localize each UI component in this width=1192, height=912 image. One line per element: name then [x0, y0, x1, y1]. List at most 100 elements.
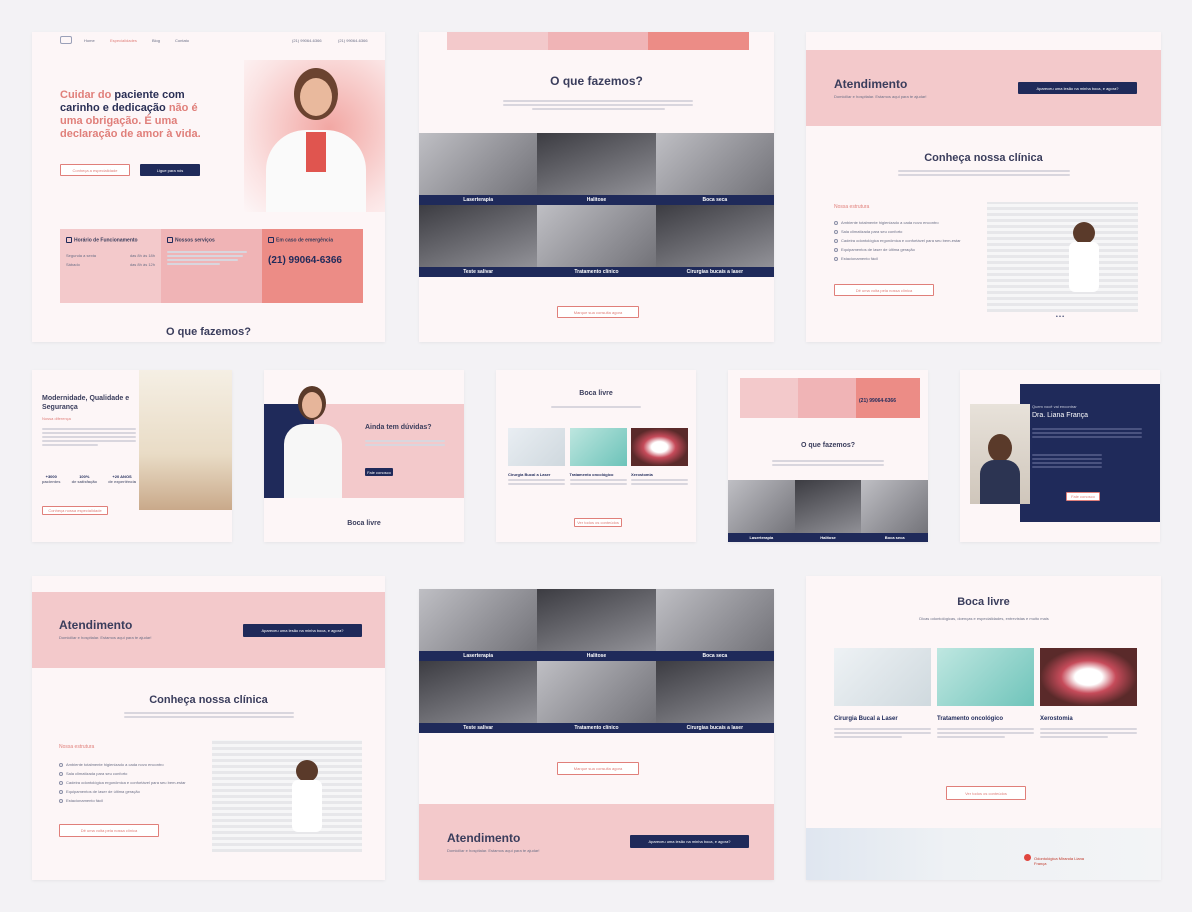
services-title: Nossos serviços	[167, 237, 256, 243]
nav-home[interactable]: Home	[84, 38, 95, 43]
mini-emergency-phone[interactable]: (21) 99064-6366	[856, 378, 920, 418]
doubts-doctor-photo	[282, 386, 344, 498]
doubts-button[interactable]: Fale conosco	[365, 468, 393, 476]
stats: +3000 pacientes 100% de satisfação +20 ANO…	[42, 474, 136, 484]
map[interactable]: Odontológica Miranda Liana França	[806, 828, 1161, 880]
hero-specialty-button[interactable]: Conheça a especialidade	[60, 164, 130, 176]
lesion-button[interactable]: Apareceu uma lesão na minha boca, e agor…	[1018, 82, 1137, 94]
modern-sub: Nossa diferença	[42, 416, 71, 421]
mini-tiles: Laserterapia Halitose Boca seca	[728, 480, 928, 542]
structure-item-1: Ambiente totalmente higienizado a cada n…	[841, 220, 939, 225]
blog2-post-1[interactable]: Cirurgia Bucal a Laser	[834, 648, 931, 740]
tile-cirurgias-laser[interactable]: Cirurgias bucais a laser	[655, 205, 774, 277]
atendimento-subtitle-2: Domiciliar e hospitalar. Estamos aqui pa…	[59, 635, 152, 640]
modern-card: Modernidade, Qualidade e Segurança Nossa…	[32, 370, 232, 542]
info-strip: Horário de Funcionamento Segunda a sexta…	[60, 229, 363, 303]
blog-post-3[interactable]: Xerostomia	[631, 428, 688, 487]
about-panel: Quem você vai encontrar Dra. Liana Franç…	[1020, 384, 1160, 522]
blog2-all-button[interactable]: Ver todos os conteúdos	[946, 786, 1026, 800]
tile-laserterapia[interactable]: Laserterapia	[419, 133, 538, 205]
services-grid-2: Laserterapia Halitose Boca seca Teste sa…	[419, 589, 774, 733]
modern-button[interactable]: Conheça nossa especialidade	[42, 506, 108, 515]
tile2-halitose[interactable]: Halitose	[537, 589, 656, 661]
blog-title: Boca livre	[579, 390, 613, 397]
blog2-posts: Cirurgia Bucal a Laser Tratamento oncoló…	[834, 648, 1137, 740]
nav-especialidades[interactable]: Especialidades	[110, 38, 137, 43]
tile2-tratamento-clinico[interactable]: Tratamento clínico	[537, 661, 656, 733]
nav-contato[interactable]: Contato	[175, 38, 189, 43]
blog2-post-2[interactable]: Tratamento oncológico	[937, 648, 1034, 740]
tile-teste-salivar[interactable]: Teste salivar	[419, 205, 538, 277]
atendimento-banner: Atendimento Domiciliar e hospitalar. Est…	[806, 50, 1161, 126]
mini-info-strip: (21) 99064-6366	[740, 378, 920, 418]
services-panel: Nossos serviços	[161, 229, 262, 303]
about-kicker: Quem você vai encontrar	[1032, 404, 1077, 409]
lesion-button-3[interactable]: Apareceu uma lesão na minha boca, e agor…	[630, 835, 749, 848]
emergency-panel: Em caso de emergência (21) 99064-6366	[262, 229, 363, 303]
office-photo	[139, 370, 232, 510]
blog-post-1[interactable]: Cirurgia Bucal a Laser	[508, 428, 565, 487]
stat-2-label: de satisfação	[71, 479, 97, 484]
doubts-card: Ainda tem dúvidas? Fale conosco Boca liv…	[264, 370, 464, 542]
clinic-tour-button-2[interactable]: Dê uma volta pela nossa clínica	[59, 824, 159, 837]
lesion-button-2[interactable]: Apareceu uma lesão na minha boca, e agor…	[243, 624, 362, 637]
about-button[interactable]: Fale conosco	[1066, 492, 1100, 501]
tile2-teste-salivar[interactable]: Teste salivar	[419, 661, 538, 733]
mini-tile-3[interactable]: Boca seca	[861, 480, 928, 542]
hours-panel: Horário de Funcionamento Segunda a sexta…	[60, 229, 161, 303]
header-phone-1[interactable]: (21) 99064-6366	[292, 38, 322, 43]
header-phone-2[interactable]: (21) 99064-6366	[338, 38, 368, 43]
mini-tile-2[interactable]: Halitose	[794, 480, 862, 542]
book-appointment-button[interactable]: Marque sua consulta agora	[557, 306, 639, 318]
nav-blog[interactable]: Blog	[152, 38, 160, 43]
what-we-do-heading: O que fazemos?	[166, 326, 251, 338]
clinic-title-2: Conheça nossa clínica	[149, 694, 268, 706]
mini-services-card: (21) 99064-6366 O que fazemos? Lasertera…	[728, 370, 928, 542]
hero-headline: Cuidar do paciente com carinho e dedicaç…	[60, 89, 201, 140]
blog-card: Boca livre Cirurgia Bucal a Laser Tratam…	[496, 370, 696, 542]
about-name: Dra. Liana França	[1032, 412, 1089, 419]
phone-icon	[268, 237, 274, 243]
map-pin-icon	[1024, 854, 1031, 861]
doubts-title: Ainda tem dúvidas?	[365, 424, 432, 431]
structure-item-2: Sala climatizada para seu conforto	[841, 229, 903, 234]
about-photo	[970, 404, 1030, 504]
structure-title-2: Nossa estrutura	[59, 744, 95, 750]
blog-post-2[interactable]: Tratamento oncológico	[569, 428, 627, 487]
blog2-post-3[interactable]: Xerostomia	[1040, 648, 1137, 740]
hero-card: Home Especialidades Blog Contato (21) 99…	[32, 32, 385, 342]
tile-boca-seca[interactable]: Boca seca	[655, 133, 774, 205]
doctor-photo	[244, 60, 385, 212]
hero-call-button[interactable]: Ligue para nós	[140, 164, 200, 176]
hours-day-1: Segunda a sexta	[66, 253, 97, 259]
clinic-tour-button[interactable]: Dê uma volta pela nossa clínica	[834, 284, 934, 296]
structure-list: Ambiente totalmente higienizado a cada n…	[834, 220, 984, 261]
logo	[60, 36, 72, 44]
tile-halitose[interactable]: Halitose	[537, 133, 656, 205]
carousel-dots[interactable]: • • •	[1056, 314, 1064, 320]
services-title: O que fazemos?	[550, 74, 643, 88]
tile-tratamento-clinico[interactable]: Tratamento clínico	[537, 205, 656, 277]
atendimento-title-2: Atendimento	[59, 618, 133, 632]
structure-item-4: Equipamentos de laser de última geração	[841, 247, 915, 252]
book-appointment-button-2[interactable]: Marque sua consulta agora	[557, 762, 639, 775]
tile2-laserterapia[interactable]: Laserterapia	[419, 589, 538, 661]
hours-day-2: Sábado	[66, 262, 80, 268]
clinic-card-2: Atendimento Domiciliar e hospitalar. Est…	[32, 576, 385, 880]
blog-all-button[interactable]: Ver todos os conteúdos	[574, 518, 622, 527]
top-color-bar	[447, 32, 750, 50]
atendimento-subtitle: Domiciliar e hospitalar. Estamos aqui pa…	[834, 94, 927, 99]
atendimento-title-3: Atendimento	[447, 831, 521, 845]
tile2-boca-seca[interactable]: Boca seca	[655, 589, 774, 661]
hours-time-1: das 8h às 18h	[129, 253, 155, 259]
about-card: Quem você vai encontrar Dra. Liana Franç…	[960, 370, 1160, 542]
blog-posts: Cirurgia Bucal a Laser Tratamento oncoló…	[508, 428, 688, 487]
tile2-cirurgias-laser[interactable]: Cirurgias bucais a laser	[655, 661, 774, 733]
clinic-photo-2	[212, 740, 362, 852]
atendimento-subtitle-3: Domiciliar e hospitalar. Estamos aqui pa…	[447, 848, 540, 853]
services-card-2: Laserterapia Halitose Boca seca Teste sa…	[419, 589, 774, 880]
emergency-title: Em caso de emergência	[268, 237, 357, 243]
emergency-phone[interactable]: (21) 99064-6366	[268, 255, 357, 266]
mini-tile-1[interactable]: Laserterapia	[728, 480, 795, 542]
mini-what-we-do: O que fazemos?	[800, 442, 856, 449]
